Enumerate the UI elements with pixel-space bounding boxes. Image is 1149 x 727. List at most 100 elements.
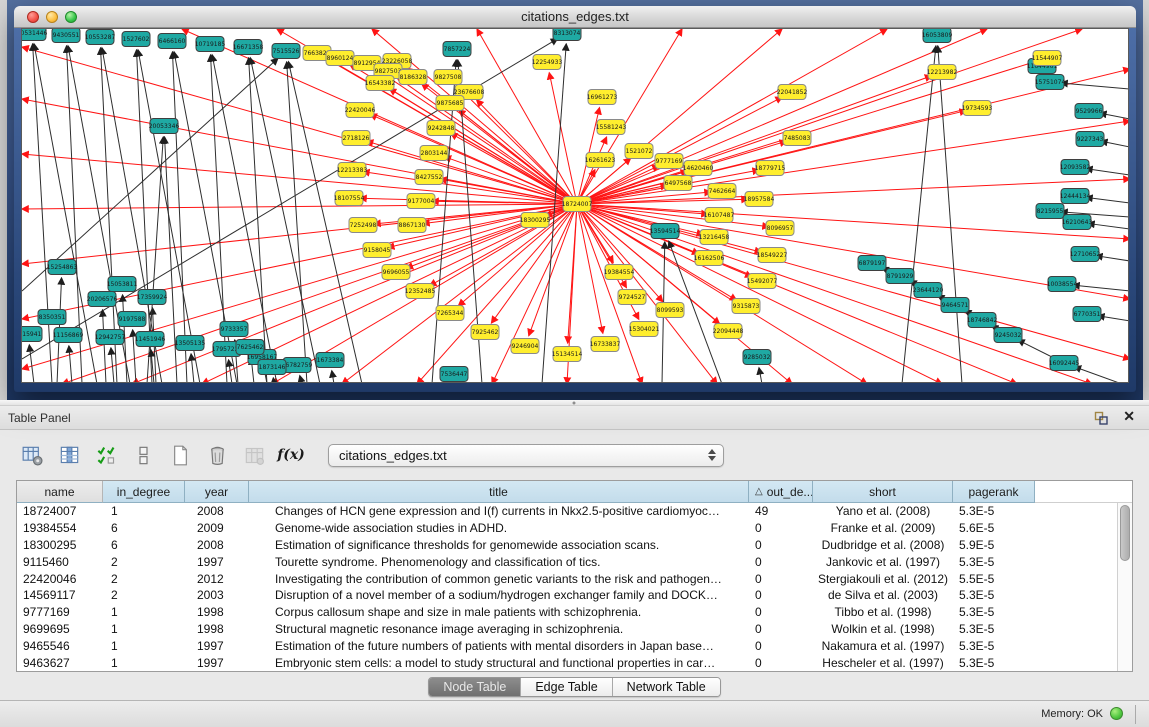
- graph-node[interactable]: 10719185: [195, 37, 226, 52]
- table-cell-title[interactable]: Changes of HCN gene expression and I(f) …: [249, 503, 749, 520]
- graph-node[interactable]: 15254863: [47, 260, 78, 275]
- graph-node[interactable]: 8313074: [553, 29, 581, 41]
- column-header-out_de[interactable]: △out_de...: [749, 481, 813, 503]
- table-cell-in_degree[interactable]: 6: [103, 537, 185, 554]
- graph-node[interactable]: 15053811: [107, 277, 138, 292]
- divider-grip-icon[interactable]: [570, 401, 578, 405]
- table-cell-out_de[interactable]: 0: [749, 520, 813, 537]
- float-panel-icon[interactable]: [1093, 410, 1109, 426]
- graph-node[interactable]: 9430551: [52, 29, 80, 43]
- graph-node[interactable]: 9227343: [1076, 132, 1104, 147]
- graph-node[interactable]: 8791929: [886, 269, 914, 284]
- table-row[interactable]: 2242004622012Investigating the contribut…: [17, 571, 1132, 588]
- table-cell-out_de[interactable]: 0: [749, 604, 813, 621]
- table-cell-out_de[interactable]: 0: [749, 571, 813, 588]
- column-header-year[interactable]: year: [185, 481, 249, 503]
- graph-edge[interactable]: [332, 371, 334, 383]
- graph-node[interactable]: 1873146: [258, 360, 286, 375]
- graph-node[interactable]: 15751074: [1035, 75, 1066, 90]
- table-cell-in_degree[interactable]: 6: [103, 520, 185, 537]
- graph-node[interactable]: 15304021: [629, 322, 660, 337]
- graph-node[interactable]: 8099593: [656, 303, 684, 318]
- graph-node[interactable]: 17359924: [137, 290, 168, 305]
- graph-node[interactable]: 9197588: [118, 312, 146, 327]
- graph-node[interactable]: 9158045: [363, 243, 391, 258]
- graph-node[interactable]: 9246904: [511, 339, 539, 354]
- graph-node[interactable]: 8215955: [1036, 204, 1064, 219]
- graph-node[interactable]: 7485083: [783, 131, 811, 146]
- table-cell-pagerank[interactable]: 5.3E-5: [953, 554, 1035, 571]
- table-cell-in_degree[interactable]: 2: [103, 587, 185, 604]
- table-cell-name[interactable]: 14569117: [17, 587, 103, 604]
- graph-node[interactable]: 6466160: [158, 34, 186, 49]
- table-cell-pagerank[interactable]: 5.3E-5: [953, 587, 1035, 604]
- graph-node[interactable]: 11451946: [135, 332, 166, 347]
- graph-node[interactable]: 9242848: [427, 121, 455, 136]
- table-row[interactable]: 1456911722003Disruption of a novel membe…: [17, 587, 1132, 604]
- table-cell-pagerank[interactable]: 5.3E-5: [953, 638, 1035, 655]
- graph-node[interactable]: 18300295: [520, 213, 551, 228]
- table-cell-title[interactable]: Tourette syndrome. Phenomenology and cla…: [249, 554, 749, 571]
- graph-node[interactable]: 10038554: [1047, 277, 1078, 292]
- tab-edge-table[interactable]: Edge Table: [521, 678, 612, 696]
- graph-node[interactable]: 1673384: [316, 353, 344, 368]
- graph-node[interactable]: 12093582: [1060, 160, 1091, 175]
- graph-edge[interactable]: [1101, 141, 1129, 147]
- graph-node[interactable]: 16733837: [590, 337, 621, 352]
- graph-node[interactable]: 22094448: [713, 324, 744, 339]
- graph-edge[interactable]: [577, 204, 717, 383]
- graph-edge[interactable]: [103, 310, 106, 383]
- table-row[interactable]: 977716911998Corpus callosum shape and si…: [17, 604, 1132, 621]
- table-cell-name[interactable]: 9465546: [17, 638, 103, 655]
- graph-edge[interactable]: [22, 204, 577, 264]
- graph-node[interactable]: 8427552: [415, 170, 443, 185]
- graph-node[interactable]: 23644120: [913, 283, 944, 298]
- graph-edge[interactable]: [1088, 223, 1129, 229]
- graph-node[interactable]: 12942757: [95, 330, 126, 345]
- graph-node[interactable]: 20053346: [149, 119, 180, 134]
- graph-node[interactable]: 8186328: [399, 70, 427, 85]
- column-header-title[interactable]: title: [249, 481, 749, 503]
- graph-edge[interactable]: [182, 29, 577, 204]
- row-height-button[interactable]: [127, 440, 159, 470]
- graph-node[interactable]: 16162506: [694, 251, 725, 266]
- window-titlebar[interactable]: citations_edges.txt: [14, 6, 1136, 28]
- graph-edge[interactable]: [759, 368, 762, 383]
- graph-node[interactable]: 13594514: [650, 224, 681, 239]
- graph-node[interactable]: 18746842: [967, 313, 998, 328]
- create-column-button[interactable]: [164, 440, 196, 470]
- table-cell-in_degree[interactable]: 1: [103, 604, 185, 621]
- graph-edge[interactable]: [938, 46, 962, 383]
- column-header-name[interactable]: name: [17, 481, 103, 503]
- table-cell-year[interactable]: 1997: [185, 638, 249, 655]
- table-cell-title[interactable]: Disruption of a novel member of a sodium…: [249, 587, 749, 604]
- table-cell-out_de[interactable]: 0: [749, 587, 813, 604]
- table-cell-year[interactable]: 1998: [185, 604, 249, 621]
- table-cell-out_de[interactable]: 0: [749, 655, 813, 672]
- graph-edge[interactable]: [577, 29, 887, 204]
- graph-node[interactable]: 16543382: [365, 76, 396, 91]
- tab-node-table[interactable]: Node Table: [429, 678, 521, 696]
- table-cell-short[interactable]: de Silva et al. (2003): [813, 587, 953, 604]
- graph-edge[interactable]: [273, 378, 274, 383]
- table-cell-out_de[interactable]: 49: [749, 503, 813, 520]
- table-cell-title[interactable]: Corpus callosum shape and size in male p…: [249, 604, 749, 621]
- table-cell-out_de[interactable]: 0: [749, 554, 813, 571]
- table-row[interactable]: 1938455462009Genome-wide association stu…: [17, 520, 1132, 537]
- graph-node[interactable]: 8867130: [398, 218, 426, 233]
- graph-node[interactable]: 6770351: [1073, 307, 1101, 322]
- graph-edge[interactable]: [577, 137, 607, 204]
- graph-edge[interactable]: [22, 204, 577, 209]
- graph-hub-node[interactable]: 18724007: [562, 197, 593, 212]
- graph-edge[interactable]: [29, 345, 34, 383]
- graph-node[interactable]: 8096957: [766, 221, 794, 236]
- graph-node[interactable]: 9875685: [436, 96, 464, 111]
- table-cell-name[interactable]: 19384554: [17, 520, 103, 537]
- graph-node[interactable]: 13216458: [699, 230, 730, 245]
- graph-node[interactable]: 8350351: [38, 310, 66, 325]
- table-cell-in_degree[interactable]: 1: [103, 638, 185, 655]
- table-cell-year[interactable]: 2009: [185, 520, 249, 537]
- table-cell-year[interactable]: 2008: [185, 537, 249, 554]
- graph-node[interactable]: 9315873: [732, 299, 760, 314]
- graph-node[interactable]: 9285032: [743, 350, 771, 365]
